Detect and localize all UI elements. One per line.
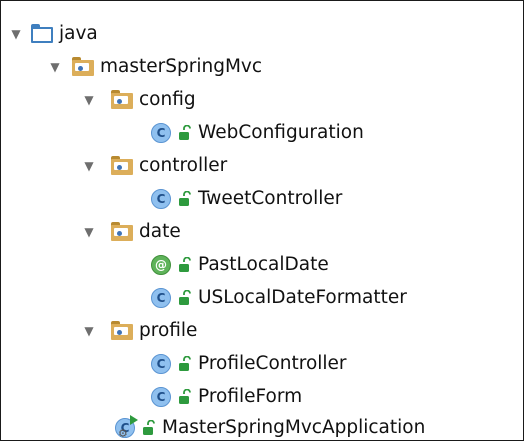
tree-node-label: java [59,23,98,44]
tree-node-label: MasterSpringMvcApplication [162,417,426,438]
tree-node-controller[interactable]: ▼ controller [80,149,227,182]
run-icon [130,414,138,425]
expand-arrow-icon[interactable]: ▼ [7,27,25,41]
class-icon: C [151,386,171,407]
tree-node-label: ProfileForm [198,386,303,407]
expand-arrow-icon[interactable]: ▼ [46,60,64,74]
tree-node-label: WebConfiguration [198,122,364,143]
class-icon: C [151,122,171,143]
tree-node-pastlocaldate[interactable]: @ PastLocalDate [151,248,329,281]
lock-open-icon [179,355,191,371]
tree-node-java[interactable]: ▼ java [7,17,98,50]
lock-open-icon [179,289,191,305]
annotation-icon: @ [151,254,171,275]
tree-node-label: TweetController [198,188,343,209]
tree-node-label: config [139,89,196,110]
expand-arrow-icon[interactable]: ▼ [80,225,98,239]
tree-node-uslocaldateformatter[interactable]: C USLocalDateFormatter [151,281,407,314]
tree-node-label: controller [139,155,228,176]
tree-node-label: masterSpringMvc [100,56,263,77]
tree-node-label: PastLocalDate [198,254,329,275]
package-icon [111,90,133,109]
spring-boot-app-class-icon: C ⚙ [115,414,138,440]
tree-node-mastersprinmvc[interactable]: ▼ masterSpringMvc [46,50,262,83]
tree-node-label: USLocalDateFormatter [198,287,407,308]
package-icon [72,57,94,76]
tree-node-masterspringmvcapplication[interactable]: C ⚙ MasterSpringMvcApplication [115,411,426,440]
class-icon: C [151,287,171,308]
tree-node-label: ProfileController [198,353,347,374]
tree-node-config[interactable]: ▼ config [80,83,196,116]
expand-arrow-icon[interactable]: ▼ [80,324,98,338]
tree-node-date[interactable]: ▼ date [80,215,181,248]
tree-node-label: date [139,221,181,242]
lock-open-icon [179,256,191,272]
class-icon: C [151,188,171,209]
package-icon [111,321,133,340]
expand-arrow-icon[interactable]: ▼ [80,93,98,107]
tree-node-profile[interactable]: ▼ profile [80,314,197,347]
lock-open-icon [179,388,191,404]
gear-icon: ⚙ [118,426,128,440]
lock-open-icon [143,419,155,435]
class-icon: C [151,353,171,374]
lock-open-icon [179,124,191,140]
source-folder-icon [31,24,53,43]
tree-node-webconfiguration[interactable]: C WebConfiguration [151,116,364,149]
expand-arrow-icon[interactable]: ▼ [80,159,98,173]
package-icon [111,156,133,175]
tree-node-profilecontroller[interactable]: C ProfileController [151,347,347,380]
project-tree-panel: ▼ java ▼ masterSpringMvc ▼ config C WebC… [0,0,524,441]
tree-node-label: profile [139,320,198,341]
tree-node-profileform[interactable]: C ProfileForm [151,380,302,413]
package-icon [111,222,133,241]
tree-node-tweetcontroller[interactable]: C TweetController [151,182,342,215]
lock-open-icon [179,190,191,206]
